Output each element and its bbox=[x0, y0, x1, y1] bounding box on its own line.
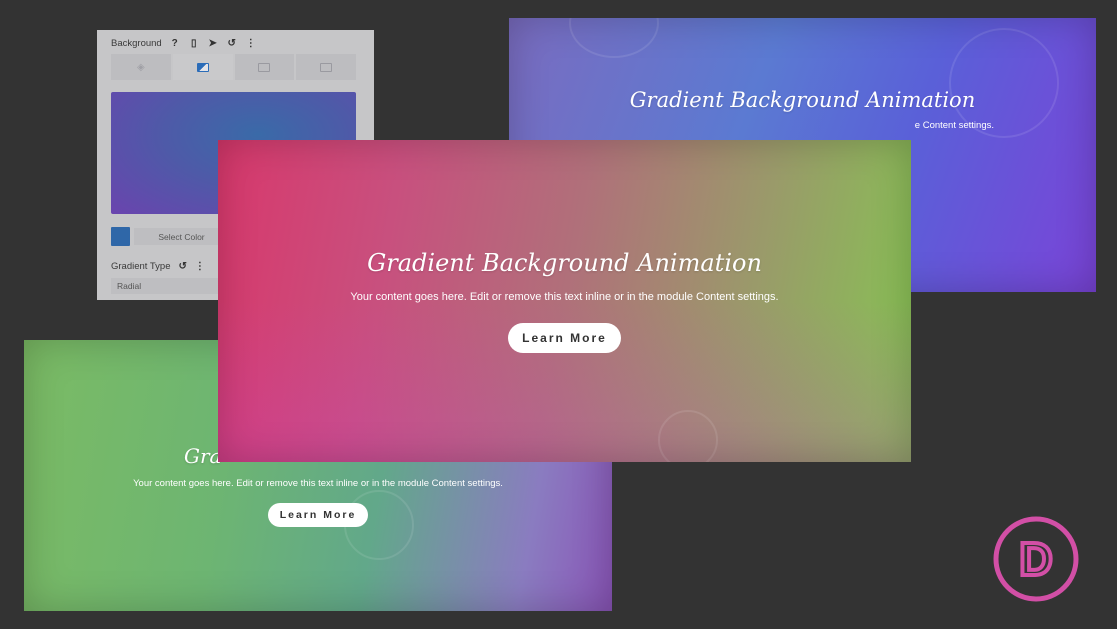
card-body-text: Your content goes here. Edit or remove t… bbox=[133, 478, 503, 489]
card-title: Gradient Background Animation bbox=[629, 88, 976, 112]
mobile-icon[interactable]: ▯ bbox=[188, 38, 200, 49]
background-label: Background bbox=[111, 38, 162, 49]
undo-icon[interactable]: ↺ bbox=[179, 261, 187, 272]
color-fill-icon: ◈ bbox=[137, 61, 145, 73]
learn-more-button[interactable]: Learn More bbox=[267, 503, 369, 527]
gradient-type-select[interactable]: Radial bbox=[111, 278, 221, 294]
tab-image[interactable] bbox=[234, 54, 295, 80]
tab-video[interactable] bbox=[296, 54, 356, 80]
background-type-tabs: ◈ bbox=[111, 54, 356, 80]
card-title: Gra bbox=[184, 444, 222, 468]
help-icon[interactable]: ? bbox=[169, 38, 181, 49]
card-title: Gradient Background Animation bbox=[367, 249, 762, 277]
gradient-icon bbox=[196, 62, 209, 72]
background-header: Background ? ▯ ➤ ↺ ⋮ bbox=[111, 38, 257, 49]
image-icon bbox=[258, 62, 271, 72]
decor-plate bbox=[658, 410, 718, 462]
gradient-type-label: Gradient Type bbox=[111, 261, 171, 272]
learn-more-button[interactable]: Learn More bbox=[508, 323, 621, 353]
preview-card-pink-green: Gradient Background Animation Your conte… bbox=[218, 140, 911, 462]
divi-logo-icon: D bbox=[993, 516, 1079, 602]
more-vertical-icon[interactable]: ⋮ bbox=[245, 38, 257, 49]
tab-gradient[interactable] bbox=[172, 54, 233, 80]
card-body-text: e Content settings. bbox=[914, 120, 994, 131]
video-icon bbox=[320, 62, 333, 72]
card-body-text: Your content goes here. Edit or remove t… bbox=[350, 291, 779, 303]
logo-letter: D bbox=[1019, 533, 1052, 585]
select-color-button[interactable]: Select Color bbox=[134, 228, 229, 245]
gradient-color-row: Select Color bbox=[111, 227, 229, 246]
gradient-type-row: Gradient Type ↺ ⋮ bbox=[111, 261, 205, 272]
cursor-icon[interactable]: ➤ bbox=[207, 38, 219, 49]
more-vertical-icon[interactable]: ⋮ bbox=[195, 261, 205, 272]
undo-icon[interactable]: ↺ bbox=[226, 38, 238, 49]
tab-color[interactable]: ◈ bbox=[111, 54, 171, 80]
color-swatch[interactable] bbox=[111, 227, 130, 246]
decor-plate bbox=[569, 18, 659, 58]
